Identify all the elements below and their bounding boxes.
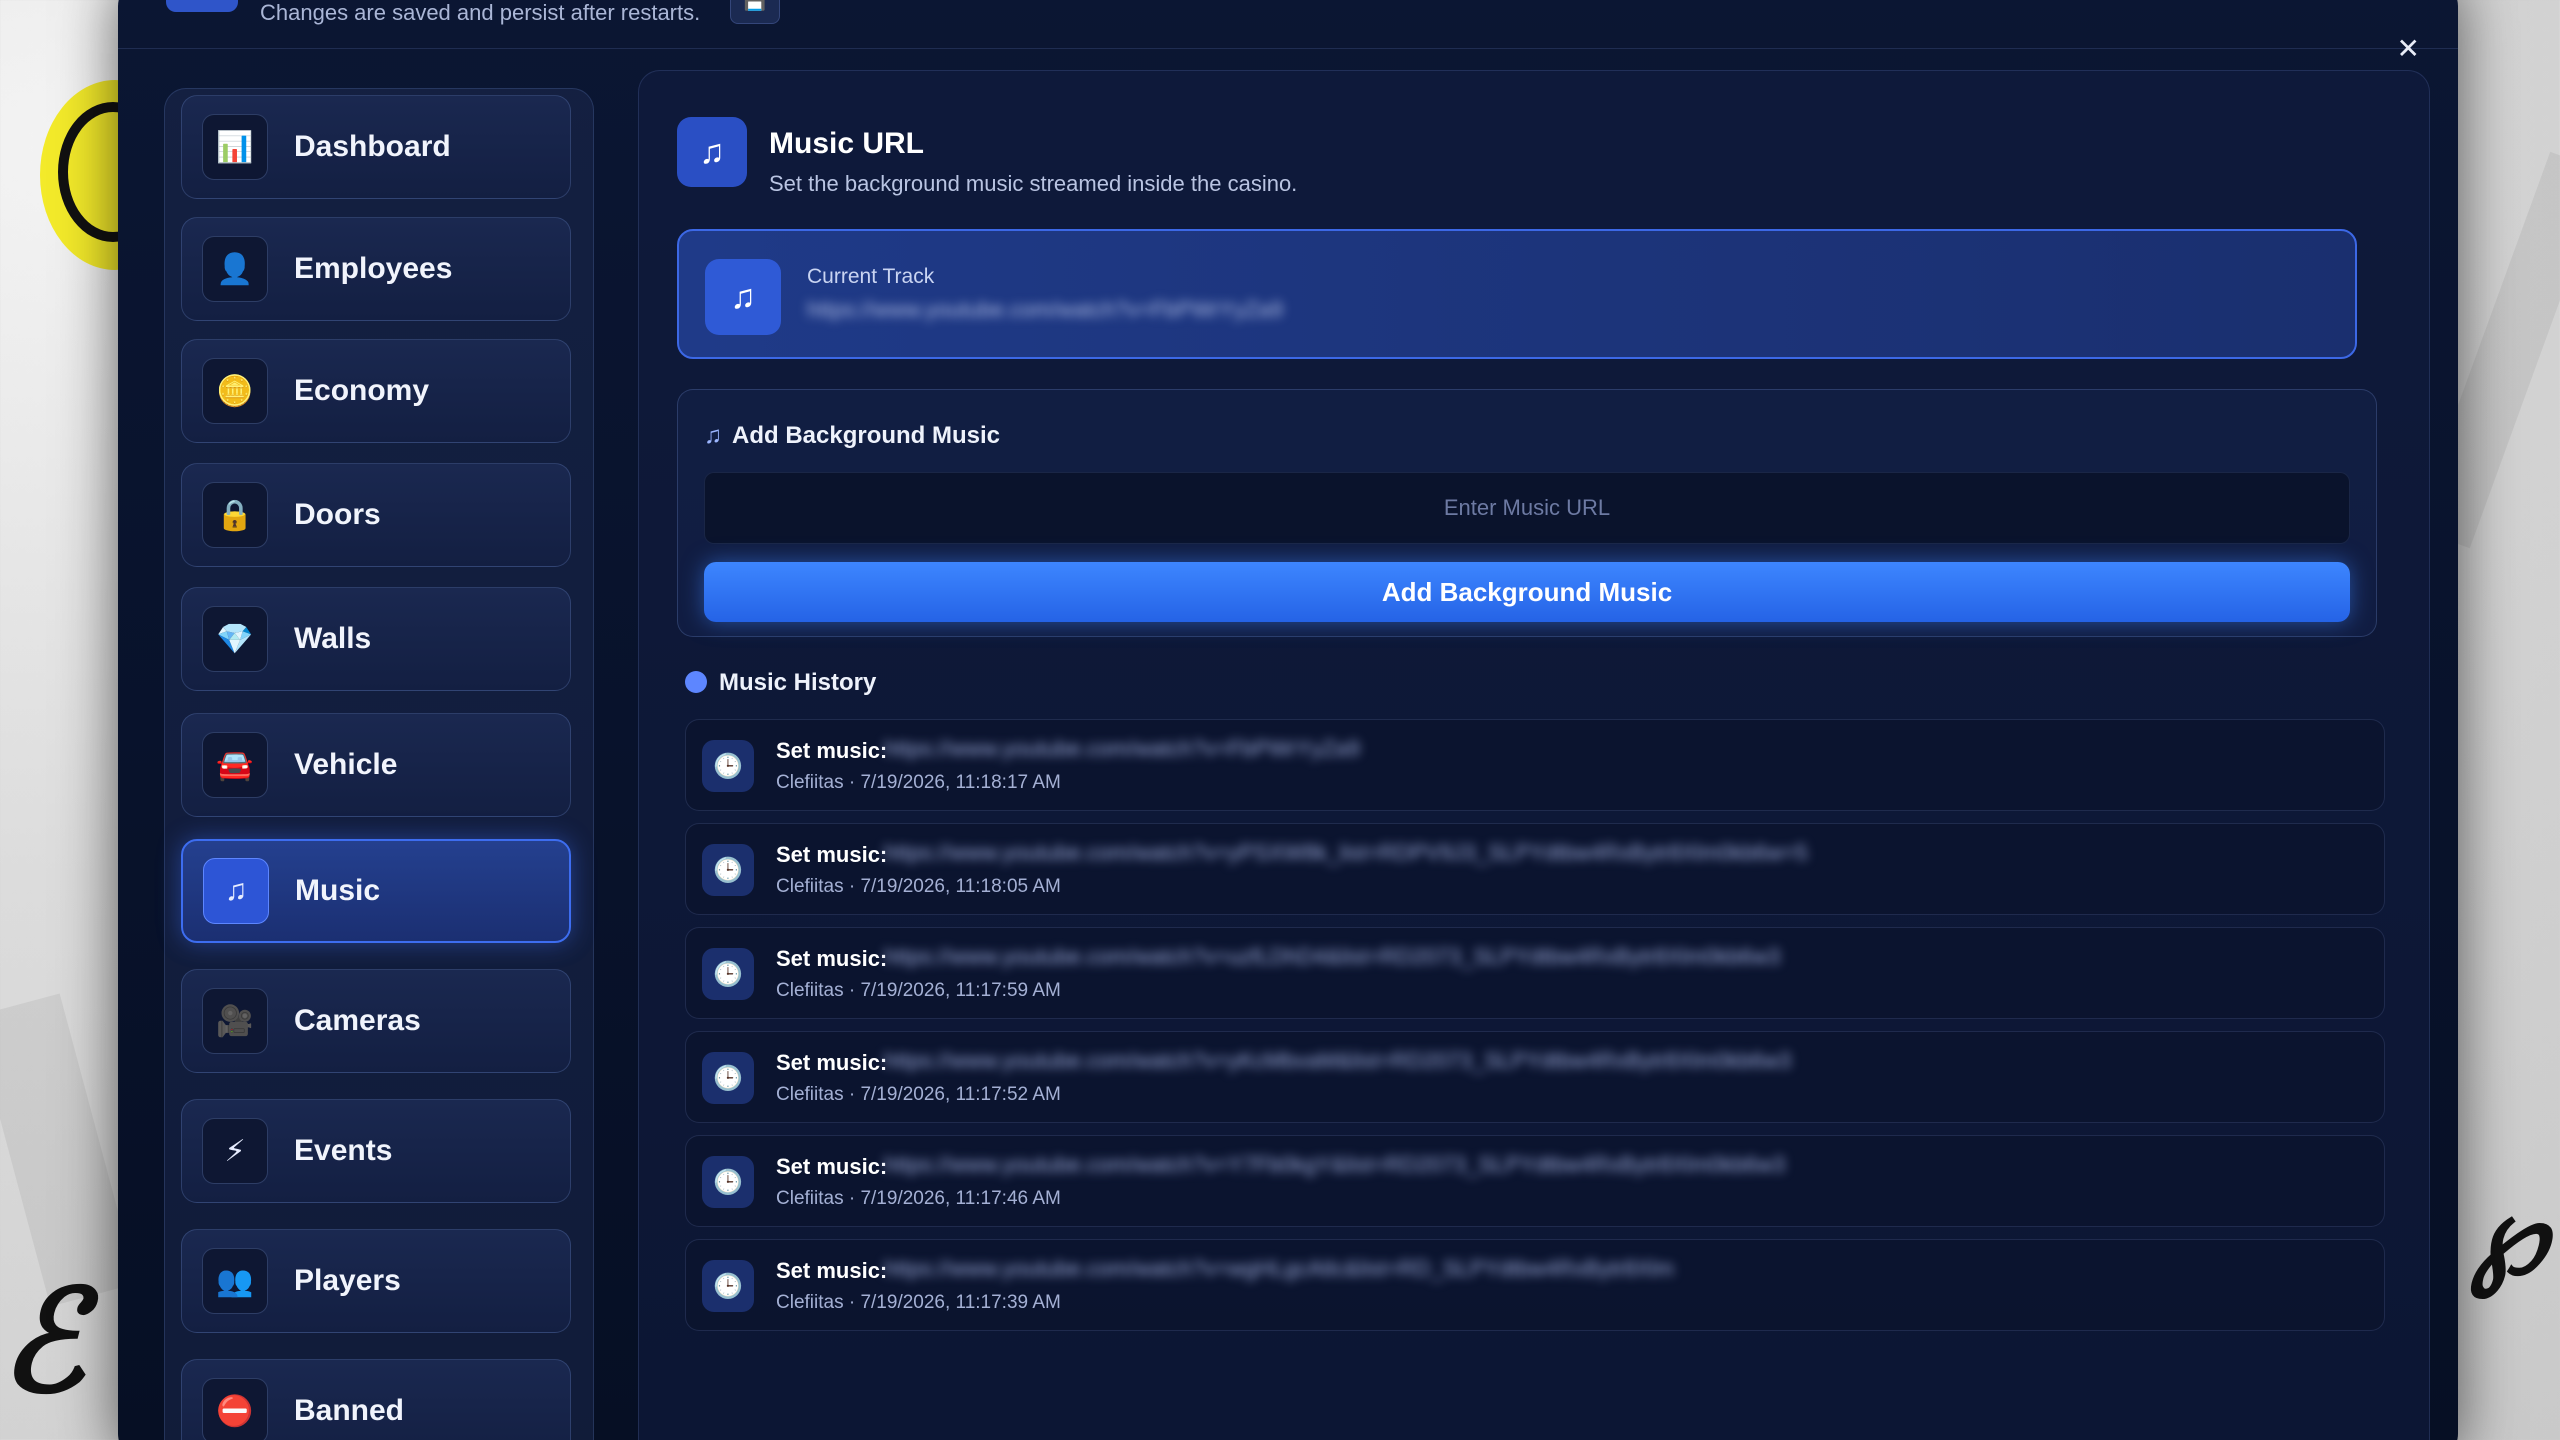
clock-icon: 🕒: [702, 740, 754, 792]
lightning-icon: ⚡: [202, 1118, 268, 1184]
add-background-music-button[interactable]: Add Background Music: [704, 562, 2350, 622]
sidebar-item-label: Vehicle: [294, 748, 398, 781]
persist-hint: Changes are saved and persist after rest…: [260, 0, 701, 25]
history-meta: Clefiitas · 7/19/2026, 11:17:46 AM: [776, 1188, 1061, 1209]
music-note-icon: ♫: [704, 422, 722, 449]
sidebar-item-label: Events: [294, 1134, 393, 1167]
history-url: https://www.youtube.com/watch?v=wgHLgcAt…: [884, 1256, 1674, 1281]
history-row[interactable]: 🕒 Set music: https://www.youtube.com/wat…: [685, 719, 2385, 811]
current-track-card: ♫ Current Track https://www.youtube.com/…: [677, 229, 2357, 359]
history-action: Set music:: [776, 946, 888, 971]
bar-chart-icon: 📊: [202, 114, 268, 180]
music-note-icon: ♫: [705, 259, 781, 335]
sidebar-item-label: Banned: [294, 1394, 405, 1427]
music-history-title: Music History: [685, 669, 876, 697]
add-music-section: ♫ Add Background Music Add Background Mus…: [677, 389, 2377, 637]
sidebar-item-music[interactable]: ♫ Music: [181, 839, 571, 943]
user-gear-icon: 👤: [202, 236, 268, 302]
music-url-input[interactable]: [704, 472, 2350, 544]
admin-window: Changes are saved and persist after rest…: [118, 0, 2458, 1440]
sidebar-item-economy[interactable]: 🪙 Economy: [181, 339, 571, 443]
history-action: Set music:: [776, 1154, 888, 1179]
sidebar-item-cameras[interactable]: 🎥 Cameras: [181, 969, 571, 1073]
sidebar-item-events[interactable]: ⚡ Events: [181, 1099, 571, 1203]
car-icon: 🚘: [202, 732, 268, 798]
sidebar-item-players[interactable]: 👥 Players: [181, 1229, 571, 1333]
history-action: Set music:: [776, 842, 888, 867]
music-history-list: 🕒 Set music: https://www.youtube.com/wat…: [685, 719, 2385, 1343]
app-logo: [166, 0, 238, 12]
lock-icon: 🔒: [202, 482, 268, 548]
users-icon: 👥: [202, 1248, 268, 1314]
top-bar: Changes are saved and persist after rest…: [118, 0, 2458, 49]
graffiti-decoration: ℘: [2470, 1170, 2547, 1299]
history-action: Set music:: [776, 738, 888, 763]
current-track-url: https://www.youtube.com/watch?v=FbPWrYyZ…: [807, 297, 1283, 322]
history-row[interactable]: 🕒 Set music: https://www.youtube.com/wat…: [685, 1239, 2385, 1331]
graffiti-decoration: ℰ: [0, 1260, 85, 1424]
sidebar-item-employees[interactable]: 👤 Employees: [181, 217, 571, 321]
clock-icon: 🕒: [702, 844, 754, 896]
history-url: https://www.youtube.com/watch?v=Y7Fb0kgY…: [884, 1152, 1786, 1177]
sidebar-item-label: Economy: [294, 374, 430, 407]
history-row[interactable]: 🕒 Set music: https://www.youtube.com/wat…: [685, 1135, 2385, 1227]
history-url: https://www.youtube.com/watch?v=FbPWrYyZ…: [884, 736, 1360, 761]
add-music-title-text: Add Background Music: [732, 422, 1001, 449]
sidebar-item-label: Music: [295, 874, 381, 907]
sidebar: 📊 Dashboard 👤 Employees 🪙 Economy 🔒 Door…: [164, 88, 594, 1440]
sidebar-item-walls[interactable]: 💎 Walls: [181, 587, 571, 691]
add-music-title: ♫ Add Background Music: [704, 422, 1000, 450]
sidebar-item-doors[interactable]: 🔒 Doors: [181, 463, 571, 567]
music-panel: ♫ Music URL Set the background music str…: [638, 70, 2430, 1440]
history-meta: Clefiitas · 7/19/2026, 11:18:05 AM: [776, 876, 1061, 897]
music-history-title-text: Music History: [719, 669, 877, 696]
history-row[interactable]: 🕒 Set music: https://www.youtube.com/wat…: [685, 927, 2385, 1019]
sidebar-item-dashboard[interactable]: 📊 Dashboard: [181, 95, 571, 199]
music-note-icon: ♫: [677, 117, 747, 187]
close-icon[interactable]: ✕: [2397, 32, 2420, 65]
page-title: Music URL: [769, 127, 925, 160]
save-icon[interactable]: 💾: [730, 0, 780, 24]
clock-icon: 🕒: [702, 948, 754, 1000]
sidebar-item-vehicle[interactable]: 🚘 Vehicle: [181, 713, 571, 817]
history-meta: Clefiitas · 7/19/2026, 11:17:39 AM: [776, 1292, 1061, 1313]
history-meta: Clefiitas · 7/19/2026, 11:17:59 AM: [776, 980, 1061, 1001]
history-row[interactable]: 🕒 Set music: https://www.youtube.com/wat…: [685, 1031, 2385, 1123]
sidebar-item-label: Players: [294, 1264, 401, 1297]
page-subtitle: Set the background music streamed inside…: [769, 171, 1298, 196]
ban-icon: ⛔: [202, 1378, 268, 1440]
sidebar-item-label: Employees: [294, 252, 453, 285]
history-meta: Clefiitas · 7/19/2026, 11:18:17 AM: [776, 772, 1061, 793]
history-url: https://www.youtube.com/watch?v=uzfLDhD4…: [884, 944, 1781, 969]
clock-icon: 🕒: [702, 1052, 754, 1104]
clock-icon: 🕒: [702, 1260, 754, 1312]
sidebar-item-label: Cameras: [294, 1004, 421, 1037]
history-action: Set music:: [776, 1258, 888, 1283]
music-note-icon: ♫: [203, 858, 269, 924]
sidebar-item-label: Dashboard: [294, 130, 451, 163]
history-action: Set music:: [776, 1050, 888, 1075]
history-url: https://www.youtube.com/watch?v=yPSXW8k_…: [884, 840, 1808, 865]
gem-icon: 💎: [202, 606, 268, 672]
coins-icon: 🪙: [202, 358, 268, 424]
clock-icon: 🕒: [702, 1156, 754, 1208]
current-track-label: Current Track: [807, 265, 935, 288]
clock-icon: [685, 671, 707, 693]
sidebar-item-label: Doors: [294, 498, 381, 531]
history-row[interactable]: 🕒 Set music: https://www.youtube.com/wat…: [685, 823, 2385, 915]
history-url: https://www.youtube.com/watch?v=yKcMbvaM…: [884, 1048, 1792, 1073]
video-camera-icon: 🎥: [202, 988, 268, 1054]
sidebar-item-label: Walls: [294, 622, 372, 655]
history-meta: Clefiitas · 7/19/2026, 11:17:52 AM: [776, 1084, 1061, 1105]
sidebar-item-banned[interactable]: ⛔ Banned: [181, 1359, 571, 1440]
